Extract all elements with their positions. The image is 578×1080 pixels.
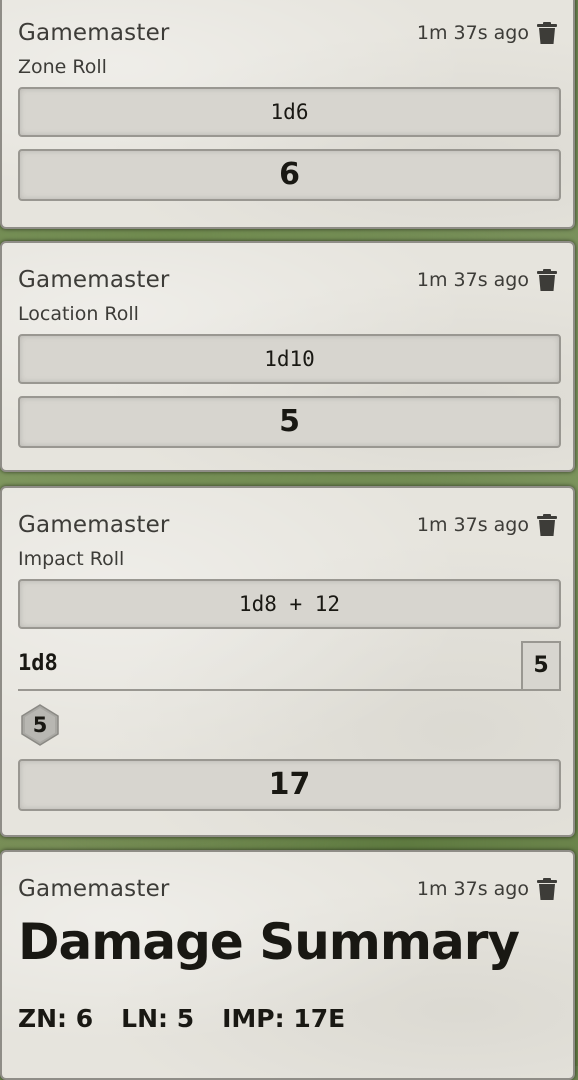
dice-formula[interactable]: 1d8 + 12 [18,579,561,629]
message-header: Gamemaster 1m 37s ago [18,488,557,546]
summary-stats: ZN: 6 LN: 5 IMP: 17E [18,1004,557,1033]
message-meta: 1m 37s ago [417,878,557,900]
chat-message-location-roll: Gamemaster 1m 37s ago Location Roll 1d10… [0,241,575,472]
message-timestamp: 1m 37s ago [416,269,529,291]
chat-message-impact-roll: Gamemaster 1m 37s ago Impact Roll 1d8 + … [0,486,575,837]
dice-tooltip-part: 1d8 5 [18,641,561,691]
roll-flavor: Impact Roll [18,548,125,570]
roll-flavor: Location Roll [18,303,139,325]
trash-icon[interactable] [537,269,557,291]
message-meta: 1m 37s ago [417,22,557,44]
stat-zone: ZN: 6 [18,1004,94,1033]
message-timestamp: 1m 37s ago [416,878,529,900]
message-header: Gamemaster 1m 37s ago [18,852,557,910]
dice-formula[interactable]: 1d10 [18,334,561,384]
stat-impact: IMP: 17E [222,1004,346,1033]
message-meta: 1m 37s ago [417,514,557,536]
trash-icon[interactable] [537,514,557,536]
message-sender: Gamemaster [18,20,170,46]
message-timestamp: 1m 37s ago [416,514,529,536]
dice-total[interactable]: 17 [18,759,561,811]
dice-total[interactable]: 6 [18,149,561,201]
chat-message-zone-roll: Gamemaster 1m 37s ago Zone Roll 1d6 6 [0,0,575,229]
part-formula: 1d8 [18,651,58,676]
dice-total[interactable]: 5 [18,396,561,448]
roll-flavor: Zone Roll [18,56,107,78]
part-total: 5 [521,641,561,689]
stat-location: LN: 5 [121,1004,195,1033]
message-header: Gamemaster 1m 37s ago [18,243,557,301]
message-sender: Gamemaster [18,876,170,902]
d8-die-result: 5 [18,703,62,747]
chat-message-damage-summary: Gamemaster 1m 37s ago Damage Summary ZN:… [0,850,575,1080]
summary-title: Damage Summary [18,913,520,971]
trash-icon[interactable] [537,22,557,44]
message-meta: 1m 37s ago [417,269,557,291]
message-sender: Gamemaster [18,267,170,293]
message-sender: Gamemaster [18,512,170,538]
message-timestamp: 1m 37s ago [416,22,529,44]
trash-icon[interactable] [537,878,557,900]
die-value: 5 [32,713,48,737]
dice-formula[interactable]: 1d6 [18,87,561,137]
message-header: Gamemaster 1m 37s ago [18,0,557,54]
